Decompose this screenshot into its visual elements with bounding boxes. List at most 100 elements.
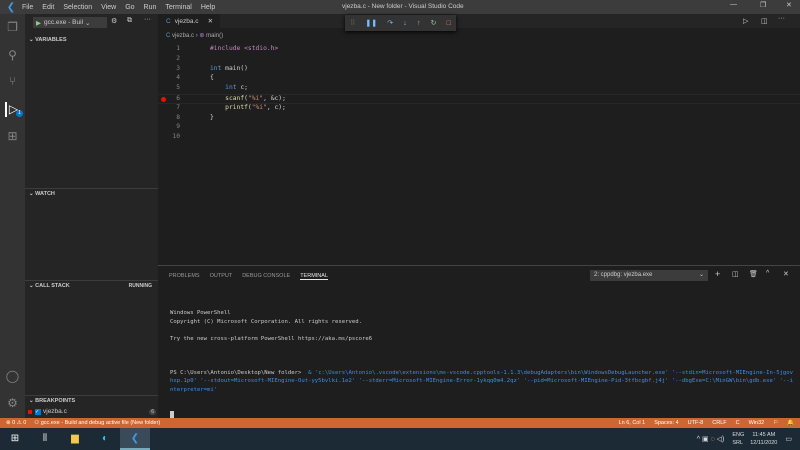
breakpoint-icon[interactable] (161, 97, 166, 102)
menu-file[interactable]: File (22, 4, 33, 11)
gear-icon[interactable]: ⚙ (111, 17, 117, 25)
breadcrumb: C vjezba.c › ⊛ main() (166, 33, 224, 39)
code-line[interactable]: 10 (158, 133, 800, 143)
language-mode[interactable]: C (736, 420, 740, 426)
notifications-icon[interactable]: 🔔 (787, 420, 794, 426)
windows-start-icon[interactable]: ⊞ (0, 428, 30, 450)
menu-view[interactable]: View (101, 4, 116, 11)
breakpoint-checkbox[interactable]: ✓ (35, 408, 41, 415)
language-indicator[interactable]: ENG SRL (732, 431, 744, 447)
code-line[interactable]: 9 (158, 123, 800, 133)
variables-section[interactable]: ⌄ VARIABLES (25, 35, 158, 46)
step-out-icon[interactable]: ↑ (417, 20, 421, 27)
code-line[interactable]: 8} (158, 114, 800, 124)
tab-problems[interactable]: PROBLEMS (169, 273, 200, 280)
code-text: } (210, 113, 214, 121)
tab-vjezba-c[interactable]: Cvjezba.c ✕ (158, 14, 220, 28)
debug-config-select[interactable]: ▶ gcc.exe - Buil ⌄ (33, 17, 107, 28)
split-terminal-icon[interactable]: ◫ (732, 270, 739, 278)
start-debug-icon[interactable]: ▶ (36, 19, 41, 27)
cursor-position[interactable]: Ln 6, Col 1 (619, 420, 646, 426)
tab-debug-console[interactable]: DEBUG CONSOLE (242, 273, 290, 280)
split-editor-icon[interactable]: ◫ (761, 17, 768, 25)
code-line[interactable]: 7 printf("%i", c); (158, 104, 800, 114)
run-icon[interactable]: ▷ (743, 17, 748, 25)
vscode-logo-icon: ❮ (6, 1, 16, 13)
code-line[interactable]: 4{ (158, 74, 800, 84)
tab-terminal[interactable]: TERMINAL (300, 273, 328, 280)
terminal-output[interactable]: Windows PowerShell Copyright (C) Microsof… (170, 292, 795, 435)
drag-handle-icon[interactable]: ⠿ (350, 19, 355, 27)
tab-output[interactable]: OUTPUT (210, 273, 233, 280)
more-icon[interactable]: ··· (144, 16, 151, 23)
menu-terminal[interactable]: Terminal (165, 4, 191, 11)
menu-selection[interactable]: Selection (63, 4, 92, 11)
step-into-icon[interactable]: ↓ (403, 20, 407, 27)
close-tab-icon[interactable]: ✕ (208, 17, 213, 25)
edge-icon[interactable]: ◐ (90, 428, 120, 450)
problems-status[interactable]: ⊗ 0 ⚠ 0 (6, 420, 26, 426)
menu-go[interactable]: Go (125, 4, 134, 11)
minimize-button[interactable]: — (730, 1, 737, 8)
menu-run[interactable]: Run (144, 4, 157, 11)
line-number: 8 (176, 113, 180, 121)
close-window-button[interactable]: ✕ (786, 1, 792, 9)
search-icon[interactable]: ⚲ (5, 48, 20, 63)
line-number: 7 (176, 103, 180, 111)
line-number: 2 (176, 54, 180, 62)
file-explorer-icon[interactable]: ▆ (60, 428, 90, 450)
debug-status[interactable]: ⚇ gcc.exe - Build and debug active file … (34, 420, 160, 426)
platform[interactable]: Win32 (749, 420, 765, 426)
account-icon[interactable]: ◯ (5, 369, 20, 384)
editor-area: Cvjezba.c ✕ ▷ ◫ ··· C vjezba.c › ⊛ main()… (158, 14, 800, 265)
breakpoints-section[interactable]: ⌄ BREAKPOINTS (25, 395, 158, 406)
code-line[interactable]: 3 int main() (158, 65, 800, 75)
clock[interactable]: 11:45 AM 12/11/2020 (750, 431, 777, 447)
feedback-icon[interactable]: ⚐ (773, 420, 778, 426)
close-panel-icon[interactable]: ✕ (783, 270, 789, 278)
code-line[interactable]: 2 (158, 55, 800, 65)
action-center-icon[interactable]: ▭ (785, 435, 792, 443)
call-stack-section[interactable]: ⌄ CALL STACK RUNNING (25, 280, 158, 291)
run-debug-icon[interactable]: ▷ 1 (5, 102, 23, 117)
new-terminal-icon[interactable]: + (715, 269, 720, 279)
stop-icon[interactable]: □ (447, 20, 451, 27)
code-line[interactable]: 1 #include <stdio.h> (158, 45, 800, 55)
source-control-icon[interactable]: ⑂ (5, 74, 20, 89)
explorer-icon[interactable]: ❐ (5, 20, 20, 35)
maximize-panel-icon[interactable]: ^ (766, 270, 769, 277)
settings-gear-icon[interactable]: ⚙ (5, 396, 20, 411)
encoding[interactable]: UTF-8 (688, 420, 704, 426)
code-line[interactable]: 6 scanf("%i", &c); (158, 94, 800, 104)
menu-help[interactable]: Help (201, 4, 215, 11)
tray-icons[interactable]: ^ ▣ ◌ ◁) (697, 435, 725, 443)
line-number: 4 (176, 74, 180, 82)
code-text: #include <stdio.h> (210, 45, 279, 52)
code-line[interactable]: 5 int c; (158, 84, 800, 94)
more-actions-icon[interactable]: ··· (778, 15, 785, 22)
trash-icon[interactable]: 🗑 (749, 270, 758, 278)
terminal-select[interactable]: 2: cppdbg: vjezba.exe ⌄ (590, 270, 708, 281)
menu-edit[interactable]: Edit (42, 4, 54, 11)
taskbar: ⊞ ⫴ ▆ ◐ ❮ ^ ▣ ◌ ◁) ENG SRL 11:45 AM 12/11/… (0, 428, 800, 450)
breakpoint-item[interactable]: ✓ vjezba.c 6 (28, 407, 156, 416)
breakpoint-dot-icon (28, 409, 32, 414)
debug-sidebar: ▶ gcc.exe - Buil ⌄ ⚙ ⧉ ··· ⌄ VARIABLES ⌄ W… (25, 14, 158, 418)
panel-tabs: PROBLEMS OUTPUT DEBUG CONSOLE TERMINAL (169, 273, 338, 280)
debug-console-icon[interactable]: ⧉ (127, 17, 132, 25)
call-stack-status: RUNNING (128, 283, 152, 289)
indentation[interactable]: Spaces: 4 (654, 420, 678, 426)
step-over-icon[interactable]: ↷ (387, 19, 393, 27)
extensions-icon[interactable]: ⊞ (5, 129, 20, 144)
maximize-button[interactable]: ❐ (760, 1, 766, 9)
eol[interactable]: CRLF (712, 420, 726, 426)
debug-badge: 1 (16, 110, 23, 117)
restart-icon[interactable]: ↻ (431, 19, 437, 27)
pause-icon[interactable]: ❚❚ (365, 19, 377, 27)
watch-section[interactable]: ⌄ WATCH (25, 188, 158, 199)
task-view-icon[interactable]: ⫴ (30, 428, 60, 450)
code-editor[interactable]: 1 #include <stdio.h> 2 3 int main() 4{5 int c… (158, 45, 800, 145)
code-text: { (210, 74, 214, 82)
vscode-taskbar-icon[interactable]: ❮ (120, 428, 150, 450)
line-number: 1 (176, 45, 180, 52)
